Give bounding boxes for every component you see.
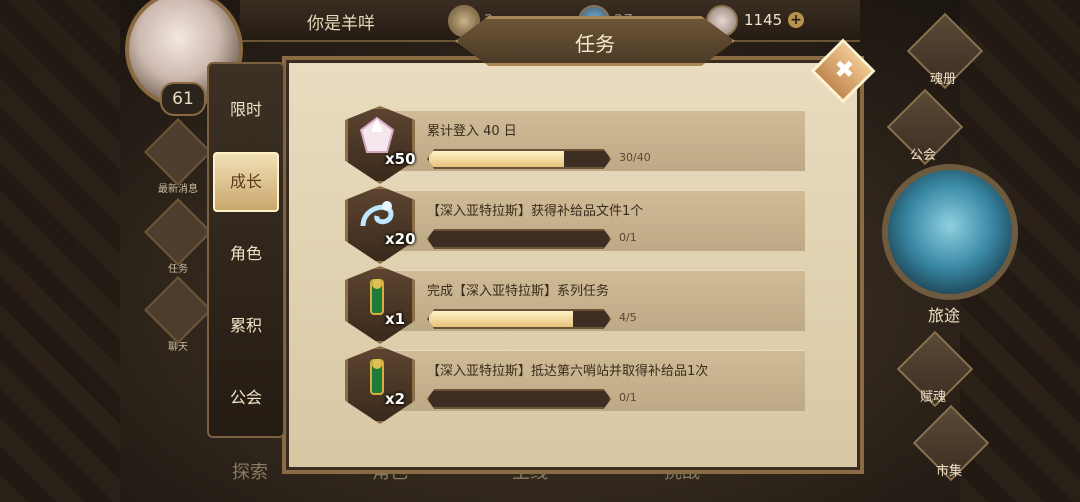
bottom-tab-explore[interactable]: 探索 — [232, 458, 268, 484]
side-menu-chat[interactable]: 聊天 — [144, 276, 212, 356]
left-wall — [0, 0, 120, 502]
journey-orb-icon — [882, 164, 1018, 300]
reward-quantity: x2 — [385, 390, 406, 408]
progress-bar — [427, 149, 611, 169]
nav-journey[interactable]: 旅途 — [878, 160, 1018, 330]
quest-tabs: 限时 成长 角色 累积 公会 — [207, 62, 285, 438]
quest-icon — [144, 198, 212, 266]
tab-accumulate[interactable]: 累积 — [215, 298, 277, 354]
scroll-icon — [144, 118, 212, 186]
progress-bar — [427, 229, 611, 249]
add-crystal-button[interactable]: + — [788, 12, 804, 28]
progress-text: 30/40 — [619, 151, 651, 164]
close-icon: ✖ — [834, 55, 855, 84]
progress-bar — [427, 389, 611, 409]
nav-label: 赋魂 — [919, 390, 946, 405]
nav-guild[interactable]: 公会 — [880, 88, 966, 166]
side-menu-quests[interactable]: 任务 — [144, 198, 212, 278]
task-description: 【深入亚特拉斯】抵达第六哨站并取得补给品1次 — [427, 364, 709, 379]
task-row: x2 【深入亚特拉斯】抵达第六哨站并取得补给品1次 0/1 — [345, 346, 805, 424]
progress-text: 0/1 — [619, 391, 637, 404]
reward-quantity: x20 — [385, 230, 416, 248]
task-description: 【深入亚特拉斯】获得补给品文件1个 — [427, 204, 644, 219]
progress-fill — [429, 311, 573, 327]
task-row: x50 累计登入 40 日 30/40 — [345, 106, 805, 184]
reward-quantity: x1 — [385, 310, 406, 328]
task-row: x20 【深入亚特拉斯】获得补给品文件1个 0/1 — [345, 186, 805, 264]
dialog-title: 任务 — [575, 32, 615, 56]
tab-growth[interactable]: 成长 — [213, 152, 279, 212]
progress-bar — [427, 309, 611, 329]
tab-limited[interactable]: 限时 — [215, 82, 277, 138]
side-menu-news[interactable]: 最新消息 — [144, 118, 212, 198]
reward-quantity: x50 — [385, 150, 416, 168]
player-name: 你是羊咩 — [307, 14, 375, 34]
chat-bubble-icon — [144, 276, 212, 344]
progress-text: 4/5 — [619, 311, 637, 324]
nav-label: 市集 — [935, 464, 962, 479]
player-level: 61 — [160, 82, 206, 116]
task-row: x1 完成【深入亚特拉斯】系列任务 4/5 — [345, 266, 805, 344]
progress-text: 0/1 — [619, 231, 637, 244]
nav-label: 旅途 — [927, 306, 960, 325]
tab-guild[interactable]: 公会 — [215, 370, 277, 426]
nav-fusion[interactable]: 赋魂 — [890, 330, 976, 408]
tab-character[interactable]: 角色 — [215, 226, 277, 282]
task-description: 累计登入 40 日 — [427, 124, 517, 139]
progress-fill — [429, 151, 564, 167]
nav-soul-book[interactable]: 魂册 — [900, 12, 986, 90]
nav-market[interactable]: 市集 — [906, 404, 992, 482]
nav-label: 魂册 — [929, 72, 956, 87]
resource-3-value: 1145 — [744, 11, 783, 29]
task-description: 完成【深入亚特拉斯】系列任务 — [427, 284, 610, 299]
dialog-title-plate: 任务 — [455, 16, 735, 66]
